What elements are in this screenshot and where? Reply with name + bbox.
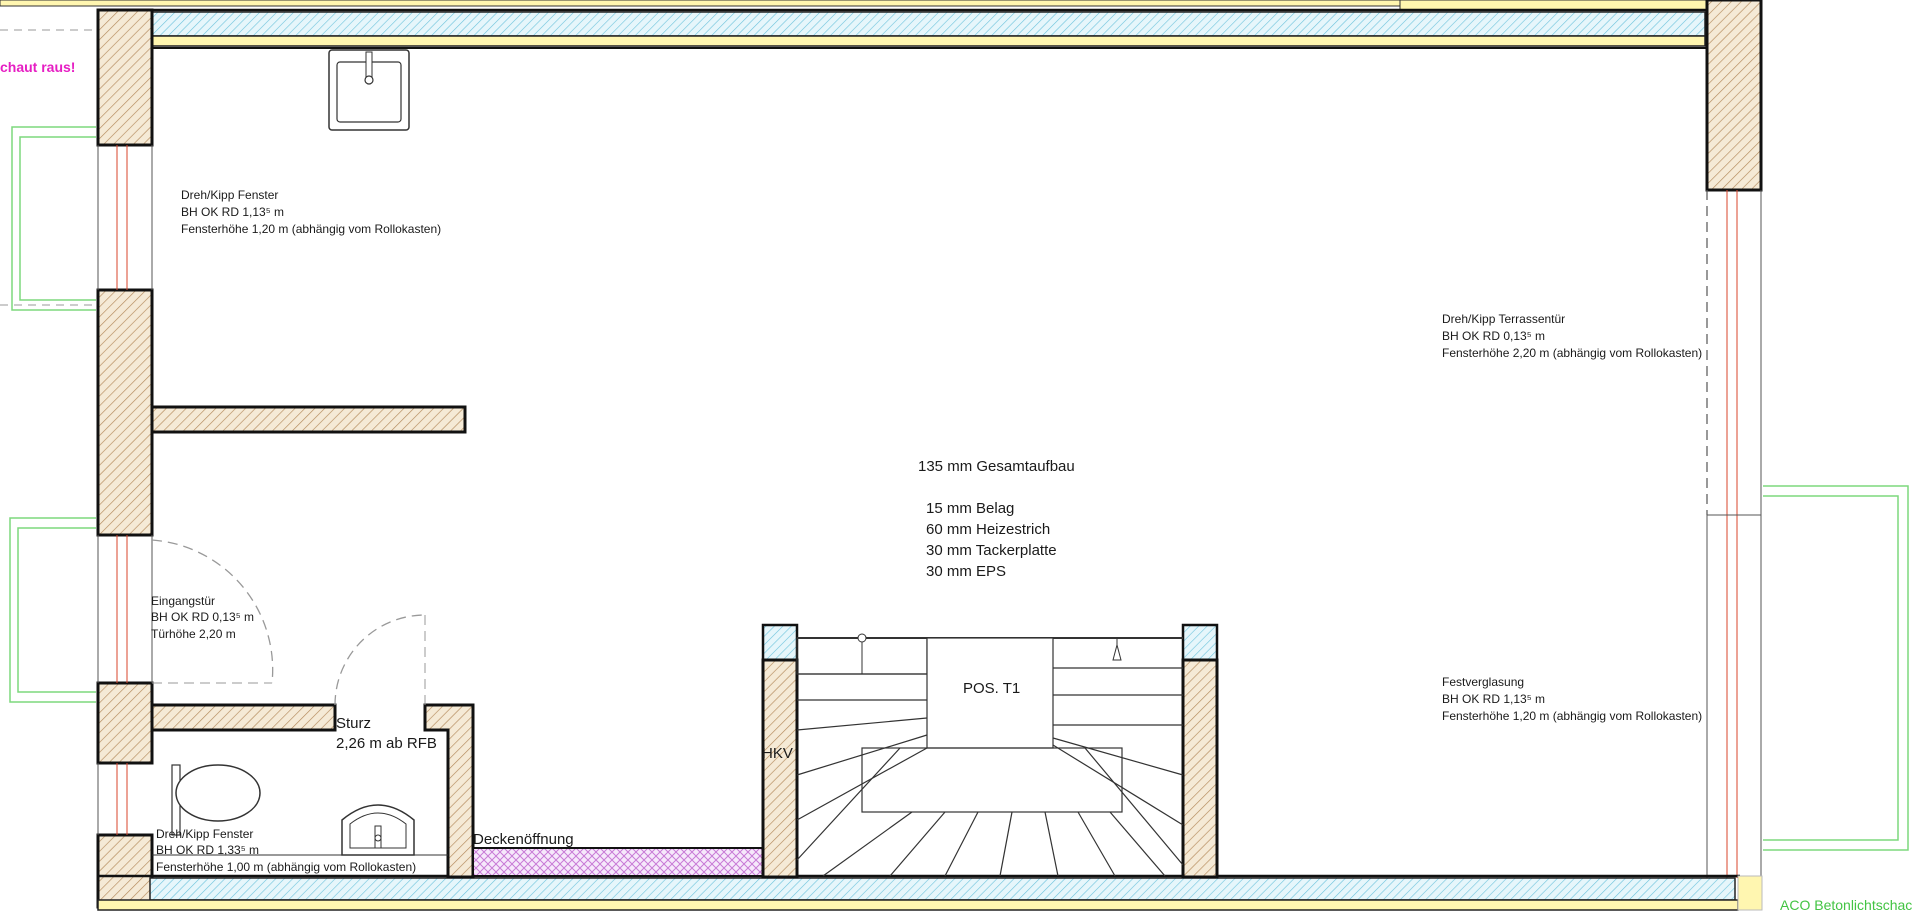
left-window-top xyxy=(11,126,153,311)
svg-text:60 mm Heizestrich: 60 mm Heizestrich xyxy=(926,521,1050,538)
floor-buildup-label: 135 mm Gesamtaufbau 15 mm Belag 60 mm He… xyxy=(918,458,1075,580)
svg-text:BH OK RD 0,13⁵ m: BH OK RD 0,13⁵ m xyxy=(151,610,254,624)
svg-text:BH OK RD 1,33⁵ m: BH OK RD 1,33⁵ m xyxy=(156,843,259,857)
svg-text:Dreh/Kipp Fenster: Dreh/Kipp Fenster xyxy=(181,188,278,202)
window-top-left-label: Dreh/Kipp Fenster BH OK RD 1,13⁵ m Fenst… xyxy=(181,188,441,236)
wc-door-swing xyxy=(334,614,426,706)
svg-text:BH OK RD 0,13⁵ m: BH OK RD 0,13⁵ m xyxy=(1442,329,1545,343)
svg-text:30 mm Tackerplatte: 30 mm Tackerplatte xyxy=(926,542,1057,559)
svg-text:Sturz: Sturz xyxy=(336,715,371,732)
stair-position-label: POS. T1 xyxy=(963,680,1020,697)
ceiling-opening xyxy=(472,847,764,877)
svg-text:Dreh/Kipp Fenster: Dreh/Kipp Fenster xyxy=(156,827,253,841)
toilet-icon xyxy=(171,764,261,836)
svg-text:2,26 m ab RFB: 2,26 m ab RFB xyxy=(336,735,437,752)
ceiling-opening-label: Deckenöffnung xyxy=(473,831,574,848)
svg-text:Türhöhe 2,20 m: Türhöhe 2,20 m xyxy=(151,627,236,641)
svg-text:BH OK RD 1,13⁵ m: BH OK RD 1,13⁵ m xyxy=(1442,692,1545,706)
aco-label: ACO Betonlichtschac xyxy=(1780,897,1912,913)
left-door-opening xyxy=(9,517,153,703)
terrace-door-label: Dreh/Kipp Terrassentür BH OK RD 0,13⁵ m … xyxy=(1442,312,1702,360)
svg-text:Fensterhöhe 1,20 m (abhängig v: Fensterhöhe 1,20 m (abhängig vom Rolloka… xyxy=(1442,709,1702,723)
bottom-wall xyxy=(97,874,1763,911)
left-window-bottom xyxy=(97,763,128,835)
svg-text:Fensterhöhe 1,00 m (abhängig v: Fensterhöhe 1,00 m (abhängig vom Rolloka… xyxy=(156,860,416,874)
partition-wall xyxy=(150,405,467,434)
staircase xyxy=(796,637,1184,877)
fixed-glazing-label: Festverglasung BH OK RD 1,13⁵ m Fensterh… xyxy=(1442,675,1702,723)
svg-text:BH OK RD 1,13⁵ m: BH OK RD 1,13⁵ m xyxy=(181,205,284,219)
lintel-label: Sturz 2,26 m ab RFB xyxy=(336,715,437,752)
right-wall xyxy=(1705,0,1909,878)
hkv-label: HKV xyxy=(762,745,793,762)
svg-text:Festverglasung: Festverglasung xyxy=(1442,675,1524,689)
svg-text:Fensterhöhe 1,20 m (abhängig v: Fensterhöhe 1,20 m (abhängig vom Rolloka… xyxy=(181,222,441,236)
warning-label: chaut raus! xyxy=(0,59,75,75)
svg-text:Eingangstür: Eingangstür xyxy=(151,594,215,608)
floor-plan: chaut raus! ACO Betonlichtschac Dreh/Kip… xyxy=(0,0,1912,913)
svg-text:Fensterhöhe 2,20 m (abhängig v: Fensterhöhe 2,20 m (abhängig vom Rolloka… xyxy=(1442,346,1702,360)
left-wall xyxy=(96,8,154,909)
sink-icon xyxy=(328,49,410,131)
svg-text:Dreh/Kipp Terrassentür: Dreh/Kipp Terrassentür xyxy=(1442,312,1565,326)
svg-text:15 mm Belag: 15 mm Belag xyxy=(926,500,1014,517)
svg-text:30 mm EPS: 30 mm EPS xyxy=(926,563,1006,580)
entrance-door-label: Eingangstür BH OK RD 0,13⁵ m Türhöhe 2,2… xyxy=(151,594,254,641)
svg-text:135 mm Gesamtaufbau: 135 mm Gesamtaufbau xyxy=(918,458,1075,475)
top-wall xyxy=(0,0,1721,49)
